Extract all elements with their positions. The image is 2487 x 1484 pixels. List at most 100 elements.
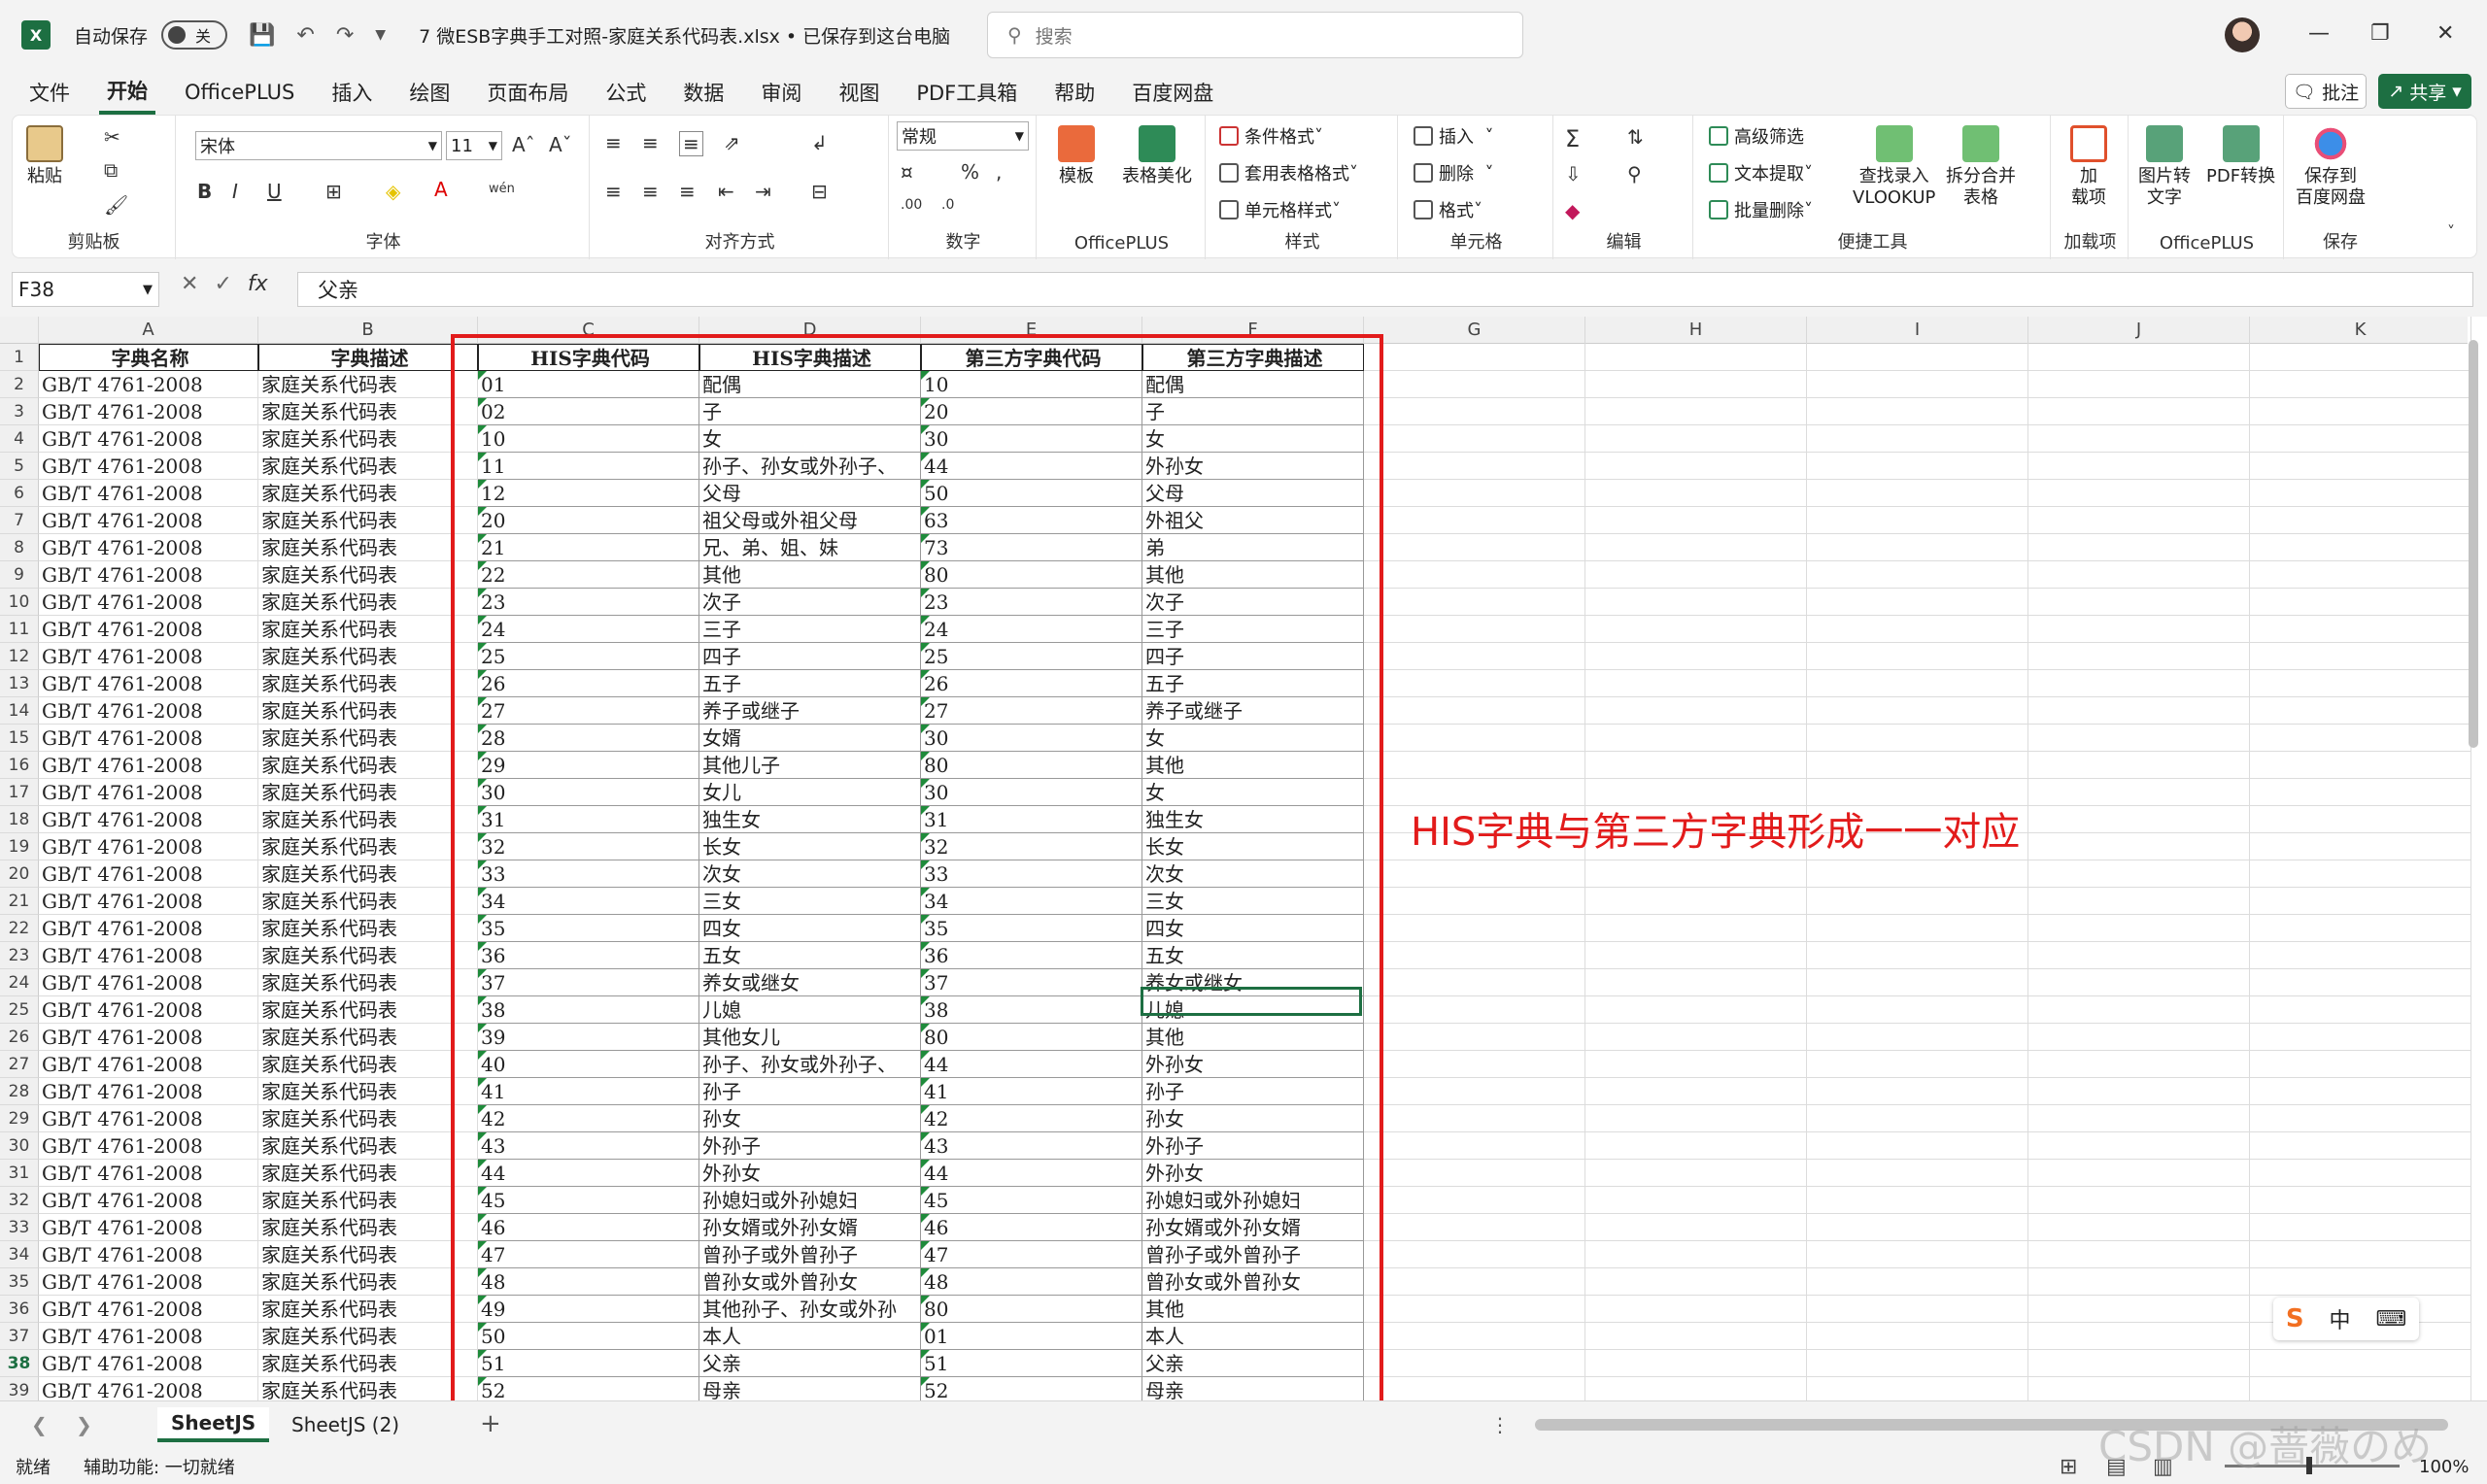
cell[interactable]: 子: [1142, 398, 1364, 425]
cell[interactable]: 35: [478, 915, 699, 942]
more-options-icon[interactable]: ⋮: [1490, 1413, 1510, 1436]
align-right-icon[interactable]: ≡: [679, 180, 696, 203]
cell[interactable]: [2250, 589, 2471, 616]
cell[interactable]: [1585, 915, 1807, 942]
cell[interactable]: 五女: [1142, 942, 1364, 969]
menu-tab-11[interactable]: 帮助: [1046, 72, 1103, 113]
cell[interactable]: 47: [921, 1241, 1142, 1268]
row-header[interactable]: 3: [0, 398, 39, 425]
cell[interactable]: 家庭关系代码表: [258, 453, 478, 480]
cell[interactable]: 23: [478, 589, 699, 616]
cell[interactable]: 字典描述: [258, 344, 478, 371]
cell[interactable]: GB/T 4761-2008: [39, 860, 258, 888]
align-middle-icon[interactable]: ≡: [642, 131, 659, 154]
cell[interactable]: [2250, 1241, 2471, 1268]
cell[interactable]: 五子: [1142, 670, 1364, 697]
row-header[interactable]: 17: [0, 779, 39, 806]
cell[interactable]: 长女: [1142, 833, 1364, 860]
cell[interactable]: 三子: [1142, 616, 1364, 643]
cell[interactable]: [1364, 1296, 1585, 1323]
clear-icon[interactable]: ◆: [1565, 199, 1580, 222]
cell[interactable]: 36: [478, 942, 699, 969]
column-header-I[interactable]: I: [1807, 317, 2028, 344]
cell[interactable]: GB/T 4761-2008: [39, 398, 258, 425]
sheet-tab-1[interactable]: SheetJS (2): [278, 1407, 413, 1442]
cell[interactable]: [1364, 398, 1585, 425]
cell[interactable]: [2028, 1051, 2250, 1078]
cell[interactable]: GB/T 4761-2008: [39, 725, 258, 752]
cell[interactable]: [1364, 1051, 1585, 1078]
enter-icon[interactable]: ✓: [214, 272, 231, 296]
cell[interactable]: [1807, 1187, 2028, 1214]
merge-center-icon[interactable]: ⊟: [811, 180, 828, 203]
orientation-icon[interactable]: ⇗: [724, 131, 740, 154]
cell-style-button[interactable]: 单元格样式 ˅: [1219, 197, 1341, 222]
cell[interactable]: [1364, 725, 1585, 752]
cell[interactable]: [2028, 480, 2250, 507]
cell[interactable]: 孙子: [1142, 1078, 1364, 1105]
cell[interactable]: [1807, 969, 2028, 996]
cell[interactable]: [2250, 833, 2471, 860]
cell[interactable]: 孙子、孙女或外孙子、: [699, 1051, 921, 1078]
cell[interactable]: 外孙子: [699, 1132, 921, 1160]
cell[interactable]: [2028, 561, 2250, 589]
row-header[interactable]: 29: [0, 1105, 39, 1132]
row-header[interactable]: 6: [0, 480, 39, 507]
cell[interactable]: [1807, 1132, 2028, 1160]
cell[interactable]: [2028, 697, 2250, 725]
cell[interactable]: 80: [921, 1024, 1142, 1051]
cell[interactable]: [2250, 534, 2471, 561]
cell[interactable]: GB/T 4761-2008: [39, 1024, 258, 1051]
cell[interactable]: 次女: [1142, 860, 1364, 888]
row-header[interactable]: 13: [0, 670, 39, 697]
cell[interactable]: [1807, 697, 2028, 725]
cell[interactable]: GB/T 4761-2008: [39, 806, 258, 833]
accessibility-status[interactable]: 辅助功能: 一切就绪: [84, 1454, 235, 1479]
cell[interactable]: [1585, 1078, 1807, 1105]
cell[interactable]: GB/T 4761-2008: [39, 534, 258, 561]
cell[interactable]: [2250, 1024, 2471, 1051]
cell[interactable]: 37: [921, 969, 1142, 996]
cell[interactable]: [2028, 1268, 2250, 1296]
cell[interactable]: 44: [921, 453, 1142, 480]
italic-icon[interactable]: I: [232, 180, 238, 203]
cell[interactable]: 41: [921, 1078, 1142, 1105]
row-header[interactable]: 22: [0, 915, 39, 942]
cell[interactable]: [2028, 643, 2250, 670]
cell[interactable]: [1364, 670, 1585, 697]
cell[interactable]: [1807, 888, 2028, 915]
cell[interactable]: [1807, 670, 2028, 697]
worksheet-grid[interactable]: ABCDEFGHIJK 1 2 3 4 5 6 7 8 9 10 11 12 13 14 15 16 17 18 1…: [0, 317, 2487, 1400]
cell[interactable]: 52: [478, 1377, 699, 1400]
cell[interactable]: GB/T 4761-2008: [39, 670, 258, 697]
cell[interactable]: [1585, 888, 1807, 915]
cell[interactable]: 家庭关系代码表: [258, 915, 478, 942]
cell[interactable]: [2028, 534, 2250, 561]
cell[interactable]: 40: [478, 1051, 699, 1078]
number-format-select[interactable]: 常规 ▼: [897, 121, 1029, 151]
cell[interactable]: 孙女: [1142, 1105, 1364, 1132]
cell[interactable]: 孙媳妇或外孙媳妇: [1142, 1187, 1364, 1214]
format-painter-icon[interactable]: 🖌: [104, 193, 128, 217]
cell[interactable]: [2250, 779, 2471, 806]
cell[interactable]: [2250, 752, 2471, 779]
cell[interactable]: 其他: [1142, 752, 1364, 779]
cell[interactable]: 本人: [699, 1323, 921, 1350]
menu-tab-9[interactable]: 视图: [831, 72, 887, 113]
cell[interactable]: 家庭关系代码表: [258, 833, 478, 860]
cell[interactable]: [2028, 1160, 2250, 1187]
cell[interactable]: 母亲: [699, 1377, 921, 1400]
cell[interactable]: [2250, 1350, 2471, 1377]
menu-tab-2[interactable]: OfficePLUS: [177, 75, 302, 110]
font-size-select[interactable]: 11 ▼: [446, 131, 502, 160]
cell[interactable]: [1585, 1132, 1807, 1160]
cell[interactable]: 46: [478, 1214, 699, 1241]
cell[interactable]: GB/T 4761-2008: [39, 888, 258, 915]
cell[interactable]: GB/T 4761-2008: [39, 1187, 258, 1214]
paste-button[interactable]: 粘贴: [26, 125, 63, 187]
cell[interactable]: 家庭关系代码表: [258, 1024, 478, 1051]
minimize-icon[interactable]: —: [2308, 21, 2330, 46]
cell[interactable]: 家庭关系代码表: [258, 1377, 478, 1400]
comma-icon[interactable]: ,: [996, 160, 1002, 184]
cell[interactable]: 家庭关系代码表: [258, 888, 478, 915]
